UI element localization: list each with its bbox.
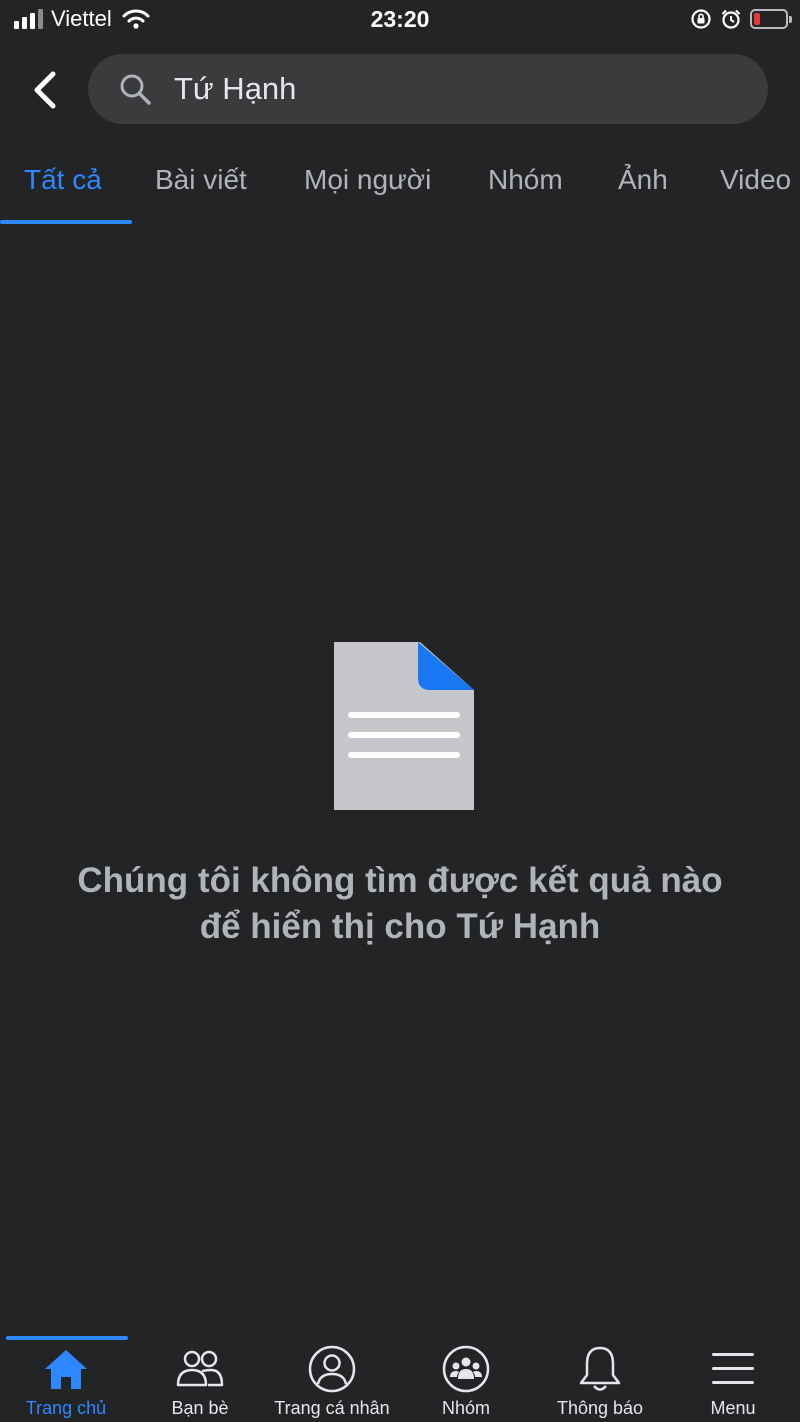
search-filter-tabs: Tất cả Bài viết Mọi người Nhóm Ảnh Video xyxy=(0,150,800,226)
search-icon xyxy=(118,72,152,106)
tab-groups[interactable]: Nhóm xyxy=(488,164,563,196)
status-bar-right xyxy=(690,8,792,30)
status-bar: Viettel 23:20 xyxy=(0,0,800,42)
home-icon xyxy=(40,1344,92,1394)
nav-notifications[interactable]: Thông báo xyxy=(530,1344,670,1422)
tab-all[interactable]: Tất cả xyxy=(24,164,102,196)
chevron-left-icon xyxy=(34,71,56,109)
no-results-line-1: Chúng tôi không tìm được kết quả nào xyxy=(77,861,723,900)
nav-home[interactable]: Trang chủ xyxy=(0,1344,136,1422)
nav-menu[interactable]: Menu xyxy=(663,1344,800,1422)
no-results-line-2: để hiển thị cho Tứ Hạnh xyxy=(199,907,601,946)
nav-home-label: Trang chủ xyxy=(25,1398,107,1418)
nav-notifications-label: Thông báo xyxy=(556,1398,644,1418)
search-header: Tứ Hạnh xyxy=(0,50,800,130)
nav-profile[interactable]: Trang cá nhân xyxy=(262,1344,402,1422)
friends-icon xyxy=(174,1344,226,1394)
tab-posts[interactable]: Bài viết xyxy=(155,164,247,196)
search-results-screen: Viettel 23:20 Tứ Hạnh Tất cả Bài viết Mọ… xyxy=(0,0,800,1422)
groups-icon xyxy=(440,1344,492,1394)
active-tab-indicator xyxy=(0,220,132,224)
menu-icon xyxy=(707,1344,759,1394)
nav-groups-label: Nhóm xyxy=(441,1398,490,1418)
document-icon xyxy=(334,642,474,810)
profile-icon xyxy=(306,1344,358,1394)
nav-friends[interactable]: Bạn bè xyxy=(130,1344,270,1422)
tab-people[interactable]: Mọi người xyxy=(304,164,431,196)
rotation-lock-icon xyxy=(691,9,711,29)
nav-groups[interactable]: Nhóm xyxy=(396,1344,536,1422)
bell-icon xyxy=(574,1344,626,1394)
back-button[interactable] xyxy=(18,60,72,120)
nav-friends-label: Bạn bè xyxy=(171,1398,229,1418)
status-time: 23:20 xyxy=(370,6,430,32)
tab-photos[interactable]: Ảnh xyxy=(618,164,668,196)
nav-profile-label: Trang cá nhân xyxy=(274,1398,390,1418)
alarm-icon xyxy=(721,9,741,29)
search-query: Tứ Hạnh xyxy=(174,71,297,106)
search-input[interactable]: Tứ Hạnh xyxy=(88,54,768,124)
active-nav-indicator xyxy=(6,1336,128,1340)
no-results-message: Chúng tôi không tìm được kết quả nào để … xyxy=(40,858,760,950)
battery-icon xyxy=(750,9,792,29)
nav-menu-label: Menu xyxy=(710,1398,756,1418)
tab-videos[interactable]: Video xyxy=(720,164,791,196)
bottom-navigation: Trang chủ Bạn bè Trang cá nhân Nhóm Thôn… xyxy=(0,1332,800,1422)
